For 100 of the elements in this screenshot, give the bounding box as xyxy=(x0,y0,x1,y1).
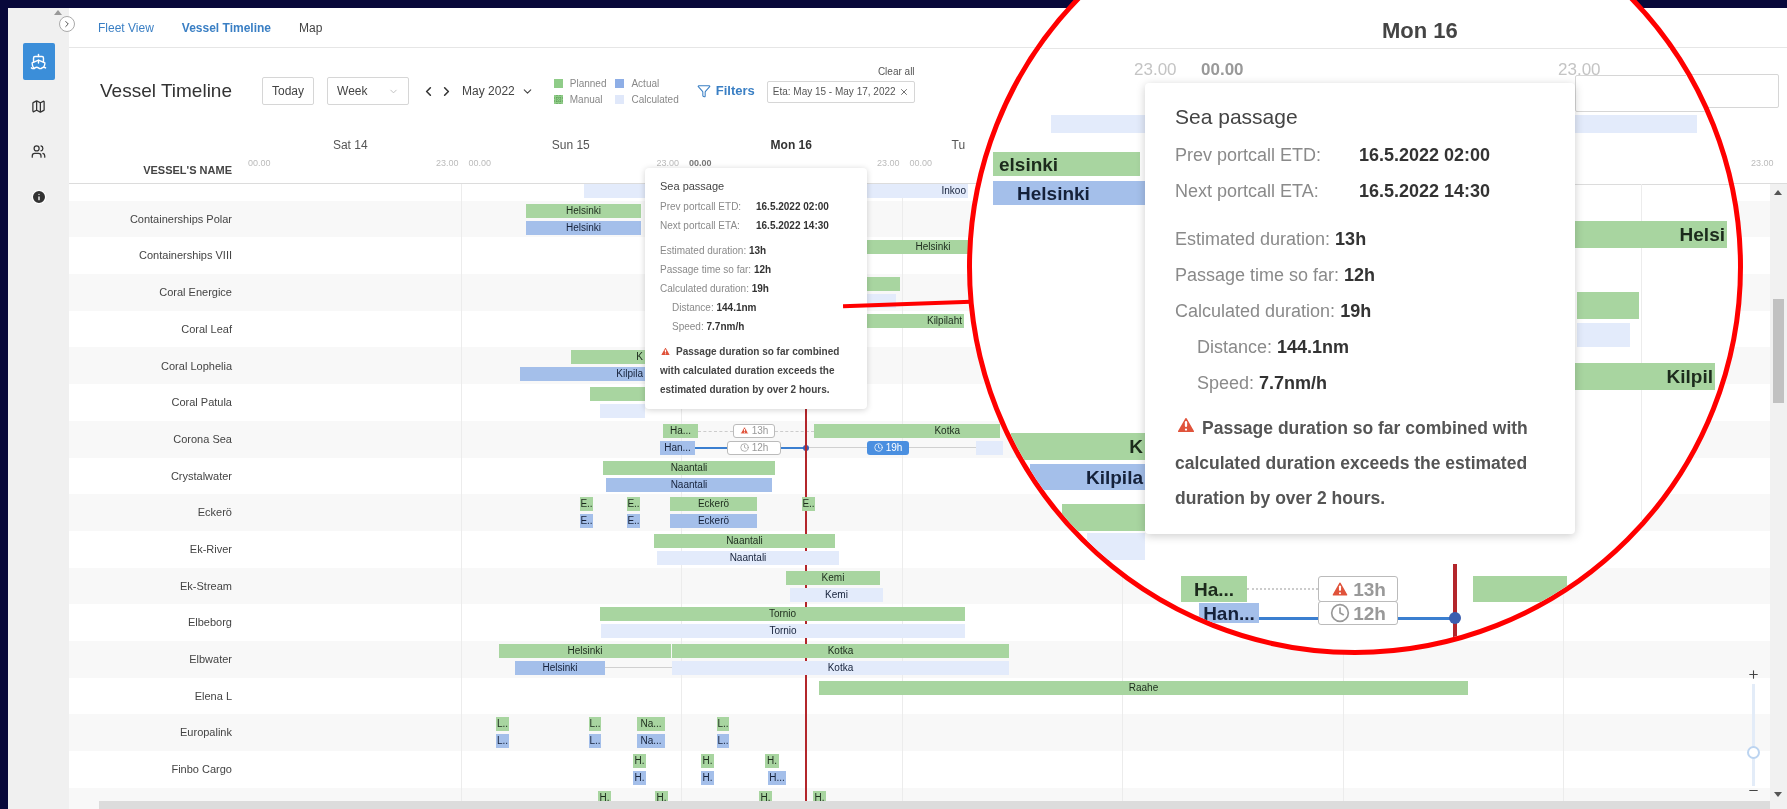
actual-bar[interactable]: L.. xyxy=(589,734,601,749)
actual-bar[interactable]: Helsinki xyxy=(993,181,1145,205)
planned-bar[interactable]: Kotka xyxy=(672,643,1009,658)
planned-bar[interactable] xyxy=(1473,576,1567,602)
hour-label: 23.00 xyxy=(876,157,900,170)
day-label: Mon 16 xyxy=(770,137,812,154)
planned-bar[interactable]: Tornio xyxy=(600,607,965,622)
warning-icon xyxy=(1330,579,1351,599)
planned-bar[interactable]: Kotka xyxy=(814,423,1000,438)
clock-icon xyxy=(1330,603,1351,623)
clear-all-link[interactable]: Clear all xyxy=(877,63,915,79)
planned-bar[interactable]: Helsinki xyxy=(499,643,671,658)
duration-text: Calculated duration: 19h xyxy=(660,282,770,296)
zoom-slider[interactable] xyxy=(1747,684,1760,786)
today-button[interactable]: Today xyxy=(262,77,315,105)
field-label: Prev portcall ETD: xyxy=(660,200,743,214)
column-header: VESSEL'S NAME xyxy=(143,162,232,178)
planned-bar[interactable]: Kilpilaht xyxy=(866,313,964,328)
actual-bar[interactable]: Helsinki xyxy=(526,220,641,235)
warning-text: Passage duration so far combined with calculated duration exceeds the estimated duration by over 2 hours. xyxy=(660,345,841,397)
planned-bar[interactable]: H. xyxy=(765,754,779,768)
nav-tab[interactable]: Vessel Timeline xyxy=(176,18,276,37)
horizontal-scrollbar[interactable] xyxy=(99,801,1770,809)
hour-label: 00.00 xyxy=(1201,59,1244,81)
filter-icon xyxy=(696,84,711,98)
planned-bar[interactable]: Ha... xyxy=(663,423,698,438)
calculated-bar[interactable] xyxy=(1087,533,1145,560)
actual-bar[interactable]: Kilpila xyxy=(520,367,645,382)
planned-bar[interactable]: Ha... xyxy=(1181,576,1247,602)
actual-bar[interactable]: L.. xyxy=(496,734,509,749)
hour-label: 23.00 xyxy=(1134,59,1177,81)
timeline-line xyxy=(909,446,976,448)
actual-bar[interactable]: H... xyxy=(768,771,786,785)
actual-bar[interactable]: H. xyxy=(633,771,646,785)
planned-bar[interactable]: L.. xyxy=(496,717,509,732)
field-value: 16.5.2022 02:00 xyxy=(1359,144,1491,167)
calculated-bar[interactable]: Kemi xyxy=(790,587,883,602)
vessel-name: Finbo Cargo xyxy=(171,762,232,778)
actual-bar[interactable]: Helsinki xyxy=(515,660,605,675)
close-icon[interactable] xyxy=(898,86,909,97)
planned-bar[interactable]: K xyxy=(1011,433,1145,460)
actual-bar[interactable]: Han... xyxy=(660,440,695,455)
vertical-scrollbar[interactable] xyxy=(1770,184,1787,809)
tooltip-title: Sea passage xyxy=(1175,104,1299,130)
planned-bar[interactable]: Raahe xyxy=(819,680,1468,695)
planned-bar[interactable]: H. xyxy=(701,754,714,768)
planned-bar[interactable]: Naantali xyxy=(654,533,835,548)
planned-bar[interactable]: E.. xyxy=(802,497,815,512)
actual-bar[interactable]: Na... xyxy=(637,734,665,749)
timeline-line xyxy=(1247,588,1318,590)
actual-bar[interactable]: H. xyxy=(701,771,714,785)
zoom-in-button[interactable] xyxy=(1747,668,1760,681)
planned-bar[interactable]: Kemi xyxy=(786,570,880,585)
filter-chip[interactable]: Eta: May 15 - May 17, 2022 xyxy=(766,80,915,103)
day-label: Tu xyxy=(951,137,966,154)
ship-icon xyxy=(30,53,47,70)
calculated-bar[interactable]: Naantali xyxy=(657,550,839,565)
actual-bar[interactable]: Han... xyxy=(1199,603,1259,623)
vessel-name: Europalink xyxy=(180,725,232,741)
hour-label: 00.00 xyxy=(689,157,712,170)
calculated-bar[interactable]: Kotka xyxy=(672,660,1009,675)
planned-bar[interactable]: Na... xyxy=(637,717,665,732)
vessel-name: Elbwater xyxy=(189,652,232,668)
planned-bar[interactable]: L.. xyxy=(589,717,601,732)
actual-bar[interactable]: E.. xyxy=(580,514,593,529)
actual-bar[interactable]: L.. xyxy=(717,734,729,749)
planned-bar[interactable]: Eckerö xyxy=(670,497,757,512)
actual-bar[interactable]: Kilpila xyxy=(1030,464,1145,490)
actual-bar[interactable]: E.. xyxy=(627,514,640,529)
actual-bar[interactable]: Naantali xyxy=(606,477,772,492)
planned-bar[interactable]: E.. xyxy=(627,497,640,512)
day-label: Sun 15 xyxy=(551,137,590,154)
field-value: 16.5.2022 02:00 xyxy=(756,200,829,214)
planned-bar[interactable]: K xyxy=(571,350,645,365)
planned-bar[interactable]: L.. xyxy=(717,717,729,732)
duration-text: Passage time so far: 12h xyxy=(1175,264,1377,287)
planned-bar[interactable]: Naantali xyxy=(603,460,775,475)
duration-text: Distance: 144.1nm xyxy=(1196,336,1351,359)
legend-label: Calculated xyxy=(631,92,679,107)
planned-bar[interactable] xyxy=(1062,504,1145,531)
filters-button[interactable]: Filters xyxy=(696,81,755,101)
nav-tab[interactable]: Fleet View xyxy=(93,18,159,37)
day-label: Sat 14 xyxy=(332,137,368,154)
field-label: Prev portcall ETD: xyxy=(1175,144,1323,167)
month-select[interactable]: May 2022 xyxy=(462,82,534,100)
actual-bar[interactable]: Eckerö xyxy=(670,514,757,529)
view-select[interactable]: Week xyxy=(327,77,410,105)
planned-bar[interactable]: elsinki xyxy=(993,152,1140,176)
planned-bar[interactable] xyxy=(866,277,900,292)
warning-icon xyxy=(660,346,671,357)
duration-text: Speed: 7.7nm/h xyxy=(671,320,746,334)
warning-icon xyxy=(739,426,749,436)
planned-bar[interactable]: Helsinki xyxy=(526,203,641,218)
vessel-name: Containerships VIII xyxy=(139,248,232,264)
legend-label: Manual xyxy=(569,92,603,107)
nav-tab[interactable]: Map xyxy=(294,18,328,37)
planned-bar[interactable] xyxy=(590,387,645,402)
calculated-bar[interactable]: Tornio xyxy=(601,624,965,639)
planned-bar[interactable]: H. xyxy=(633,754,646,768)
planned-bar[interactable]: E.. xyxy=(580,497,593,512)
